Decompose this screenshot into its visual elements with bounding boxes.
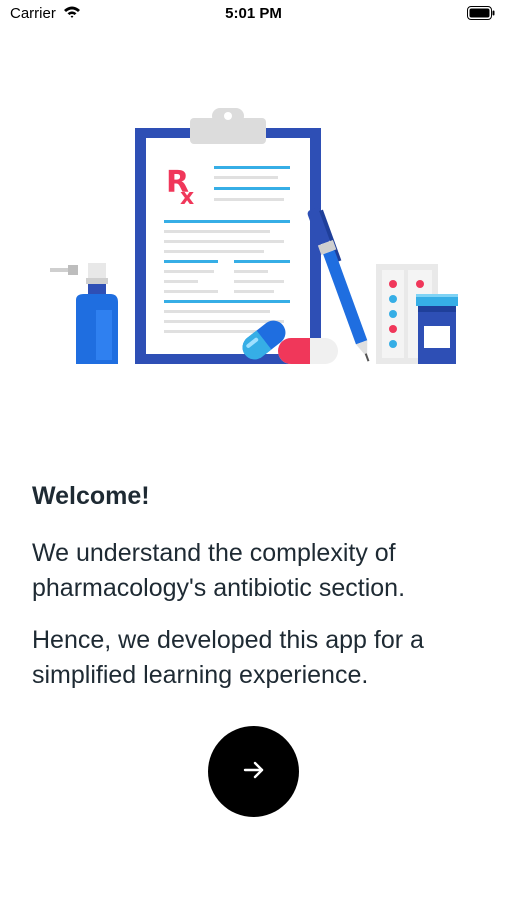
status-bar: Carrier 5:01 PM (0, 0, 507, 30)
svg-text:x: x (180, 185, 194, 210)
arrow-right-icon (243, 760, 265, 783)
prescription-clipboard-illustration: R x (50, 100, 460, 370)
welcome-paragraph-1: We understand the complexity of pharmaco… (32, 539, 406, 602)
welcome-screen: Carrier 5:01 PM R x Welcome! We understa… (0, 0, 507, 900)
status-time: 5:01 PM (225, 5, 282, 22)
spray-bottle (50, 263, 118, 364)
battery-icon (467, 6, 495, 25)
welcome-title: Welcome! (32, 482, 150, 510)
tablet-pill (278, 338, 338, 364)
welcome-paragraph-2: Hence, we developed this app for a simpl… (32, 626, 424, 689)
pill-jar (416, 294, 458, 364)
next-button[interactable] (208, 726, 299, 817)
